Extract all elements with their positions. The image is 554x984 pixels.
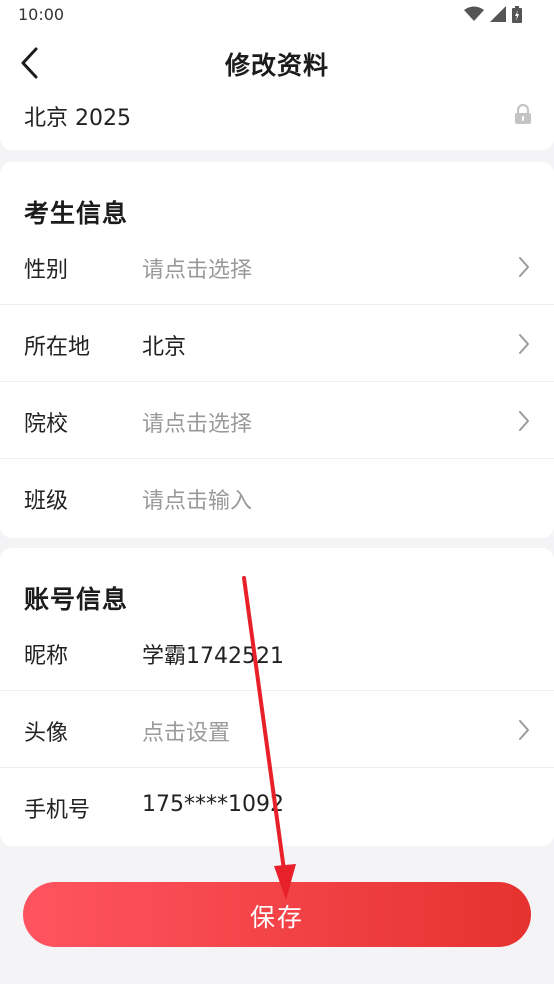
row-label: 头像 — [24, 721, 69, 746]
row-value: 请点击选择 — [142, 412, 253, 437]
row-label: 院校 — [24, 412, 69, 437]
student-info-title: 考生信息 — [24, 199, 129, 228]
row-nickname[interactable]: 昵称 学霸1742521 — [0, 614, 554, 691]
row-label: 手机号 — [24, 798, 91, 823]
chevron-right-icon — [519, 720, 529, 740]
row-school[interactable]: 院校 请点击选择 — [0, 382, 554, 459]
exam-value: 北京 2025 — [24, 106, 131, 131]
wifi-icon — [464, 6, 484, 21]
nickname-value[interactable]: 学霸1742521 — [142, 638, 284, 670]
page-title: 修改资料 — [224, 51, 329, 80]
signal-icon — [490, 6, 506, 22]
account-info-title: 账号信息 — [24, 585, 129, 614]
account-info-card: 账号信息 昵称 学霸1742521 头像 点击设置 手机号 175****109… — [0, 548, 554, 846]
row-value: 请点击选择 — [142, 258, 253, 283]
status-icons — [464, 6, 538, 24]
row-value: 北京 — [142, 335, 187, 360]
chevron-right-icon — [519, 411, 529, 431]
phone-value: 175****1092 — [142, 792, 284, 817]
row-label: 昵称 — [24, 644, 69, 669]
row-class[interactable]: 班级 请点击输入 — [0, 459, 554, 536]
student-info-card: 考生信息 性别 请点击选择 所在地 北京 院校 请点击选择 班级 请点击输入 — [0, 162, 554, 538]
chevron-right-icon — [519, 257, 529, 277]
chevron-right-icon — [519, 334, 529, 354]
save-button[interactable]: 保存 — [23, 882, 531, 947]
save-button-label: 保存 — [249, 903, 304, 932]
battery-icon — [512, 6, 522, 23]
header: 修改资料 — [0, 30, 554, 96]
row-phone: 手机号 175****1092 — [0, 768, 554, 845]
status-bar: 10:00 — [0, 0, 554, 30]
row-value: 点击设置 — [142, 721, 231, 746]
status-time: 10:00 — [18, 5, 65, 24]
row-label: 性别 — [24, 258, 69, 283]
row-label: 班级 — [24, 489, 69, 514]
row-label: 所在地 — [24, 335, 91, 360]
class-input[interactable]: 请点击输入 — [142, 483, 252, 515]
lock-icon — [515, 104, 531, 124]
row-gender[interactable]: 性别 请点击选择 — [0, 228, 554, 305]
row-avatar[interactable]: 头像 点击设置 — [0, 691, 554, 768]
row-location[interactable]: 所在地 北京 — [0, 305, 554, 382]
exam-card: 北京 2025 — [0, 96, 554, 150]
